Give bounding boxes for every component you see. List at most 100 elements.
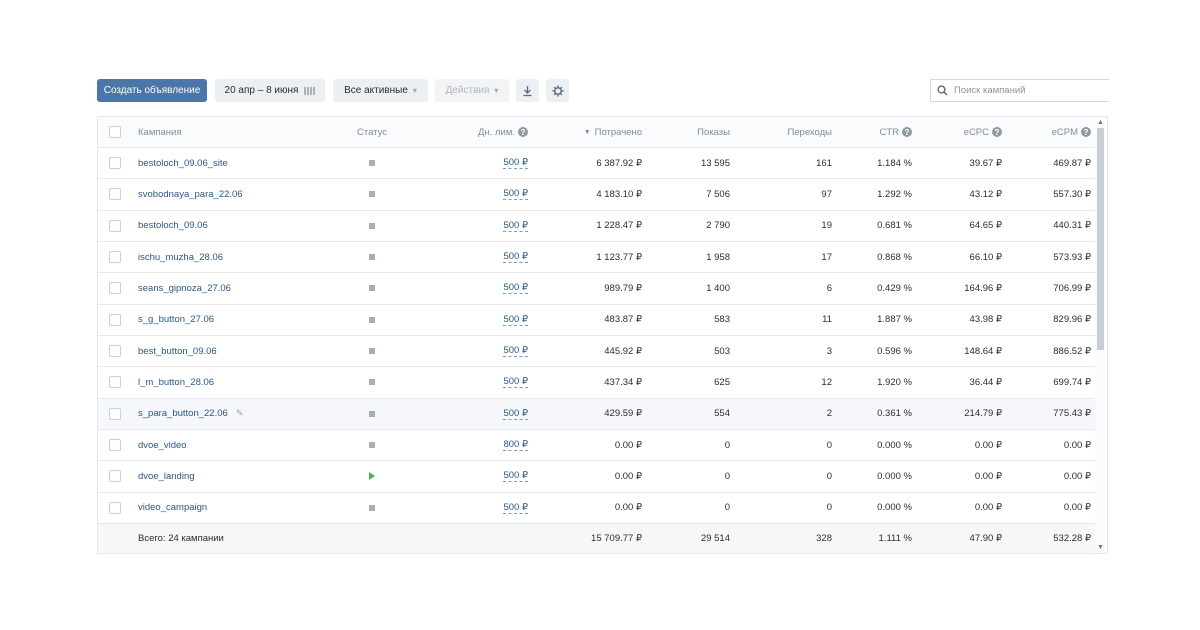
search-input[interactable] xyxy=(954,85,1094,96)
scrollbar-thumb[interactable] xyxy=(1097,128,1104,350)
column-ecpc[interactable]: eCPC ? xyxy=(928,117,1002,147)
create-ad-button[interactable]: Создать объявление xyxy=(97,79,207,102)
limit-cell: 500 ₽ xyxy=(478,148,528,178)
help-icon[interactable]: ? xyxy=(518,127,528,137)
table-row[interactable]: l_m_button_28.06 500 ₽ 437.34 ₽ 625 12 1.920 … xyxy=(98,366,1096,397)
stop-status-icon[interactable] xyxy=(369,379,375,386)
daily-limit-link[interactable]: 500 ₽ xyxy=(503,502,528,514)
row-checkbox[interactable] xyxy=(109,501,121,514)
play-status-icon[interactable] xyxy=(369,472,375,481)
campaign-name-link[interactable]: video_campaign xyxy=(138,502,207,513)
daily-limit-link[interactable]: 500 ₽ xyxy=(503,282,528,295)
totals-clicks: 328 xyxy=(816,533,832,544)
campaign-name-link[interactable]: ischu_muzha_28.06 xyxy=(138,252,223,263)
row-checkbox[interactable] xyxy=(109,439,121,451)
campaign-name-cell: dvoe_video xyxy=(138,430,187,460)
column-ecpm[interactable]: eCPM ? xyxy=(1008,117,1091,147)
column-spent[interactable]: ▼ Потрачено xyxy=(568,117,642,147)
table-scrollbar[interactable]: ▲ ▼ xyxy=(1095,117,1106,553)
table-row[interactable]: dvoe_video 800 ₽ 0.00 ₽ 0 0 0.000 % 0.00 ₽ 0.00… xyxy=(98,429,1096,460)
campaign-name-link[interactable]: dvoe_video xyxy=(138,440,187,451)
stop-status-icon[interactable] xyxy=(369,316,375,323)
row-checkbox[interactable] xyxy=(109,376,121,389)
daily-limit-link[interactable]: 800 ₽ xyxy=(503,439,528,451)
ecpc-cell: 148.64 ₽ xyxy=(964,345,1002,357)
daily-limit-link[interactable]: 500 ₽ xyxy=(503,188,528,201)
stop-status-icon[interactable] xyxy=(369,348,375,354)
campaign-name-link[interactable]: bestoloch_09.06 xyxy=(138,220,208,231)
table-row[interactable]: bestoloch_09.06 500 ₽ 1 228.47 ₽ 2 790 19 0.6… xyxy=(98,209,1096,241)
settings-button[interactable] xyxy=(546,79,569,102)
campaign-name-link[interactable]: s_g_button_27.06 xyxy=(138,314,214,325)
edit-pencil-icon[interactable]: ✎ xyxy=(236,408,244,419)
limit-cell: 500 ₽ xyxy=(478,461,528,491)
stop-status-icon[interactable] xyxy=(369,160,375,166)
totals-label: Всего: 24 кампании xyxy=(138,533,224,544)
table-row[interactable]: s_g_button_27.06 500 ₽ 483.87 ₽ 583 11 1.887 … xyxy=(98,303,1096,335)
daily-limit-link[interactable]: 500 ₽ xyxy=(503,408,528,420)
row-checkbox[interactable] xyxy=(109,313,121,326)
campaign-name-link[interactable]: bestoloch_09.06_site xyxy=(138,158,228,169)
ecpm-cell: 886.52 ₽ xyxy=(1053,345,1091,357)
actions-dropdown[interactable]: Действия ▾ xyxy=(435,79,509,102)
row-checkbox[interactable] xyxy=(109,470,121,483)
daily-limit-link[interactable]: 500 ₽ xyxy=(503,470,528,483)
ecpm-cell: 440.31 ₽ xyxy=(1053,220,1091,232)
status-filter-dropdown[interactable]: Все активные ▾ xyxy=(333,79,428,102)
table-row[interactable]: s_para_button_22.06 ✎ 500 ₽ 429.59 ₽ 554 2 0.3… xyxy=(98,397,1096,429)
scroll-down-icon[interactable]: ▼ xyxy=(1095,544,1106,551)
help-icon[interactable]: ? xyxy=(992,127,1002,137)
campaign-name-link[interactable]: best_button_09.06 xyxy=(138,346,217,357)
help-icon[interactable]: ? xyxy=(902,127,912,137)
stop-status-icon[interactable] xyxy=(369,222,375,229)
table-row[interactable]: dvoe_landing 500 ₽ 0.00 ₽ 0 0 0.000 % 0.00 ₽ 0.… xyxy=(98,460,1096,491)
daily-limit-link[interactable]: 500 ₽ xyxy=(503,251,528,263)
column-limit[interactable]: Дн. лим. ? xyxy=(478,117,528,147)
column-ctr[interactable]: CTR ? xyxy=(848,117,912,147)
campaign-name-link[interactable]: svobodnaya_para_22.06 xyxy=(138,189,243,200)
column-shows[interactable]: Показы xyxy=(658,117,730,147)
campaign-name-link[interactable]: s_para_button_22.06 xyxy=(138,408,228,419)
download-button[interactable] xyxy=(516,79,539,102)
row-checkbox[interactable] xyxy=(109,345,121,357)
row-checkbox[interactable] xyxy=(109,219,121,232)
row-checkbox[interactable] xyxy=(109,407,121,420)
table-row[interactable]: seans_gipnoza_27.06 500 ₽ 989.79 ₽ 1 400 6 0.… xyxy=(98,272,1096,303)
scroll-up-icon[interactable]: ▲ xyxy=(1095,119,1106,126)
table-row[interactable]: video_campaign 500 ₽ 0.00 ₽ 0 0 0.000 % 0.00 ₽… xyxy=(98,491,1096,523)
shows-cell: 1 400 xyxy=(706,282,730,294)
campaign-name-link[interactable]: l_m_button_28.06 xyxy=(138,377,214,388)
daily-limit-link[interactable]: 500 ₽ xyxy=(503,376,528,389)
row-checkbox[interactable] xyxy=(109,251,121,263)
campaign-name-link[interactable]: dvoe_landing xyxy=(138,471,195,482)
select-all-checkbox[interactable] xyxy=(109,126,121,138)
table-row[interactable]: best_button_09.06 500 ₽ 445.92 ₽ 503 3 0.596 … xyxy=(98,335,1096,366)
column-status[interactable]: Статус xyxy=(357,117,387,147)
stop-status-icon[interactable] xyxy=(369,254,375,260)
table-row[interactable]: ischu_muzha_28.06 500 ₽ 1 123.77 ₽ 1 958 17 0… xyxy=(98,241,1096,272)
spent-cell: 483.87 ₽ xyxy=(604,314,642,326)
spent-cell: 1 123.77 ₽ xyxy=(596,251,642,263)
table-row[interactable]: bestoloch_09.06_site 500 ₽ 6 387.92 ₽ 13 59… xyxy=(98,147,1096,178)
daily-limit-link[interactable]: 500 ₽ xyxy=(503,157,528,169)
column-campaign[interactable]: Кампания xyxy=(138,117,181,147)
ecpm-cell: 469.87 ₽ xyxy=(1053,157,1091,169)
stop-status-icon[interactable] xyxy=(369,410,375,417)
daily-limit-link[interactable]: 500 ₽ xyxy=(503,314,528,326)
row-checkbox[interactable] xyxy=(109,188,121,201)
stop-status-icon[interactable] xyxy=(369,504,375,511)
daily-limit-link[interactable]: 500 ₽ xyxy=(503,345,528,357)
stop-status-icon[interactable] xyxy=(369,442,375,448)
stop-status-icon[interactable] xyxy=(369,285,375,292)
table-row[interactable]: svobodnaya_para_22.06 500 ₽ 4 183.10 ₽ 7 50… xyxy=(98,178,1096,209)
campaign-name-link[interactable]: seans_gipnoza_27.06 xyxy=(138,283,231,294)
spent-cell: 0.00 ₽ xyxy=(614,470,642,482)
column-clicks[interactable]: Переходы xyxy=(758,117,832,147)
ecpm-cell: 829.96 ₽ xyxy=(1053,314,1091,326)
stop-status-icon[interactable] xyxy=(369,191,375,198)
help-icon[interactable]: ? xyxy=(1081,127,1091,137)
row-checkbox[interactable] xyxy=(109,157,121,169)
date-range-picker[interactable]: 20 апр – 8 июня xyxy=(215,79,325,102)
daily-limit-link[interactable]: 500 ₽ xyxy=(503,220,528,232)
row-checkbox[interactable] xyxy=(109,282,121,295)
